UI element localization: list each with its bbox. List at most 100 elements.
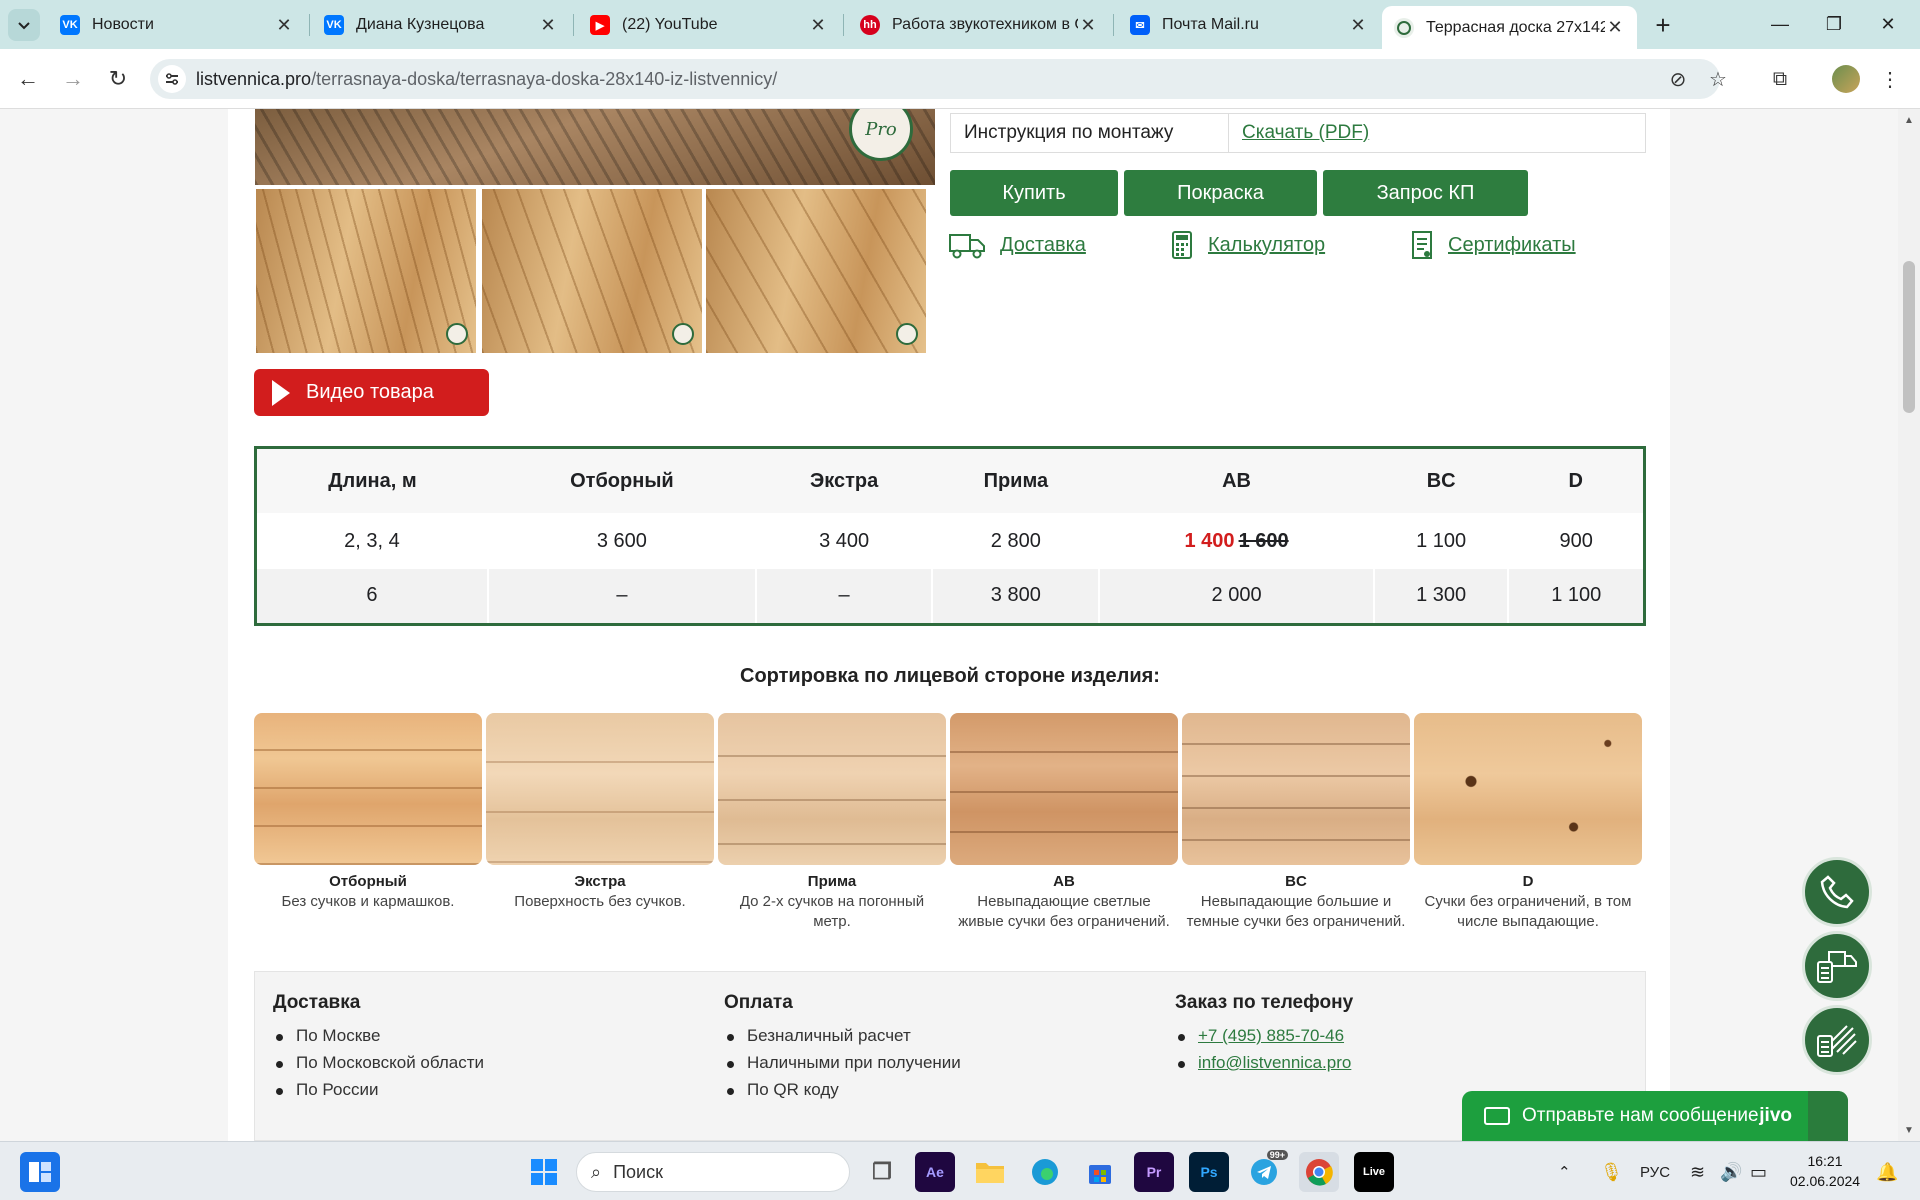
table-cell: –: [754, 568, 933, 625]
product-thumbnail[interactable]: [256, 189, 476, 353]
edge-icon[interactable]: [1025, 1152, 1065, 1192]
microphone-icon[interactable]: 🎙: [1600, 1152, 1623, 1192]
email-link[interactable]: info@listvennica.pro: [1175, 1053, 1353, 1080]
store-icon[interactable]: [1080, 1152, 1120, 1192]
close-icon[interactable]: ✕: [1348, 15, 1368, 36]
phone-link[interactable]: +7 (495) 885-70-46: [1175, 1026, 1353, 1053]
column-title: Оплата: [724, 992, 793, 1013]
scroll-down-icon[interactable]: ▼: [1902, 1123, 1916, 1137]
list-item: Наличными при получении: [724, 1053, 961, 1080]
eye-off-icon[interactable]: ⊘: [1666, 67, 1690, 91]
close-icon[interactable]: ✕: [538, 15, 558, 36]
battery-icon[interactable]: ▭: [1750, 1152, 1767, 1192]
delivery-link[interactable]: Доставка: [948, 227, 1086, 263]
grade-description: Невыпадающие большие и темные сучки без …: [1186, 893, 1406, 930]
certificate-icon: [1410, 228, 1434, 262]
address-bar[interactable]: listvennica.pro/terrasnaya-doska/terrasn…: [150, 59, 1727, 99]
video-button-label: Видео товара: [306, 381, 434, 403]
table-header-row: Длина, м Отборный Экстра Прима AB BC D: [255, 447, 1645, 514]
grade-description: Без сучков и кармашков.: [281, 893, 455, 910]
avatar[interactable]: [1832, 65, 1860, 93]
grade-image[interactable]: [950, 713, 1178, 865]
reload-icon[interactable]: ↻: [100, 61, 136, 97]
back-icon[interactable]: ←: [10, 61, 46, 97]
forward-icon[interactable]: →: [55, 61, 91, 97]
table-cell: 3 600: [486, 513, 756, 569]
taskbar-search[interactable]: ⌕ Поиск: [576, 1152, 850, 1192]
chat-widget[interactable]: Отправьте нам сообщение jivo: [1462, 1091, 1848, 1141]
windows-start-icon[interactable]: [524, 1152, 564, 1192]
grade-image[interactable]: [1182, 713, 1410, 865]
restore-icon[interactable]: ❐: [1810, 8, 1858, 40]
tab-search-button[interactable]: [8, 9, 40, 41]
tab-news[interactable]: VK Новости ✕: [48, 7, 306, 43]
grade-image[interactable]: [1414, 713, 1642, 865]
telegram-icon[interactable]: 99+: [1244, 1150, 1288, 1192]
product-thumbnail[interactable]: [706, 189, 926, 353]
certificates-link[interactable]: Сертификаты: [1410, 227, 1576, 263]
tab-listvennica[interactable]: Террасная доска 27х142 и ✕: [1382, 6, 1637, 49]
buy-button[interactable]: Купить: [950, 170, 1118, 216]
sale-price: 1 400: [1184, 529, 1235, 552]
calculator-link[interactable]: Калькулятор: [1170, 227, 1325, 263]
phone-order-column: Заказ по телефону +7 (495) 885-70-46 inf…: [1175, 992, 1353, 1080]
photoshop-icon[interactable]: Ps: [1189, 1152, 1229, 1192]
scroll-thumb[interactable]: [1903, 261, 1915, 413]
paint-button[interactable]: Покраска: [1124, 170, 1317, 216]
grade-card: Отборный Без сучков и кармашков.: [254, 713, 482, 912]
close-window-icon[interactable]: ✕: [1864, 8, 1912, 40]
notifications-icon[interactable]: 🔔: [1876, 1152, 1898, 1192]
tab-mail[interactable]: ✉ Почта Mail.ru ✕: [1118, 7, 1380, 43]
site-info-icon[interactable]: [158, 65, 186, 93]
clock[interactable]: 16:21 02.06.2024: [1790, 1151, 1860, 1191]
site-icon: [1394, 17, 1414, 38]
delivery-calc-button[interactable]: [1802, 931, 1872, 1001]
download-pdf-link[interactable]: Скачать (PDF): [1229, 114, 1369, 152]
tab-title: Работа звукотехником в С: [892, 16, 1078, 33]
material-calc-button[interactable]: [1802, 1005, 1872, 1075]
after-effects-icon[interactable]: Ae: [915, 1152, 955, 1192]
close-icon[interactable]: ✕: [808, 15, 828, 36]
premiere-icon[interactable]: Pr: [1134, 1152, 1174, 1192]
wifi-icon[interactable]: ≋: [1690, 1152, 1705, 1192]
product-main-photo[interactable]: Pro: [255, 109, 935, 185]
product-thumbnail[interactable]: [482, 189, 702, 353]
close-icon[interactable]: ✕: [1605, 17, 1625, 38]
ableton-live-icon[interactable]: Live: [1354, 1152, 1394, 1192]
grade-image[interactable]: [254, 713, 482, 865]
scroll-up-icon[interactable]: ▲: [1902, 113, 1916, 127]
video-button[interactable]: Видео товара: [254, 369, 489, 416]
grade-image[interactable]: [718, 713, 946, 865]
grade-image[interactable]: [486, 713, 714, 865]
table-cell: 2 800: [931, 513, 1100, 569]
grade-name: Отборный: [329, 873, 407, 890]
tab-youtube[interactable]: ▶ (22) YouTube ✕: [578, 7, 840, 43]
language-indicator[interactable]: РУС: [1640, 1152, 1670, 1192]
new-tab-button[interactable]: +: [1647, 9, 1679, 41]
extensions-icon[interactable]: ⧉: [1762, 61, 1798, 97]
page-viewport: Pro Видео товара Инструкция по монтажу С…: [0, 109, 1920, 1141]
task-view-icon[interactable]: ❐: [862, 1152, 902, 1192]
table-cell: 6: [254, 568, 488, 625]
grade-name: Прима: [807, 873, 857, 890]
request-quote-button[interactable]: Запрос КП: [1323, 170, 1528, 216]
tray-overflow-icon[interactable]: ⌃: [1558, 1152, 1571, 1192]
tab-diana[interactable]: VK Диана Кузнецова ✕: [312, 7, 570, 43]
widgets-icon[interactable]: [20, 1152, 60, 1192]
minimize-icon[interactable]: —: [1756, 8, 1804, 40]
volume-icon[interactable]: 🔊: [1720, 1152, 1742, 1192]
close-icon[interactable]: ✕: [1078, 15, 1098, 36]
column-header: Экстра: [755, 447, 933, 514]
more-menu-icon[interactable]: ⋮: [1872, 61, 1908, 97]
payment-column: Оплата Безналичный расчет Наличными при …: [724, 992, 961, 1107]
info-footer: Доставка По Москве По Московской области…: [254, 971, 1646, 1141]
call-button[interactable]: [1802, 857, 1872, 927]
chrome-icon[interactable]: [1299, 1152, 1339, 1192]
file-explorer-icon[interactable]: [970, 1152, 1010, 1192]
close-icon[interactable]: ✕: [274, 15, 294, 36]
tab-hh[interactable]: hh Работа звукотехником в С ✕: [848, 7, 1110, 43]
grade-card: Экстра Поверхность без сучков.: [486, 713, 714, 912]
page-scrollbar[interactable]: ▲ ▼: [1898, 109, 1920, 1141]
star-icon[interactable]: ☆: [1706, 67, 1730, 91]
tab-title: Террасная доска 27х142 и: [1426, 18, 1605, 36]
